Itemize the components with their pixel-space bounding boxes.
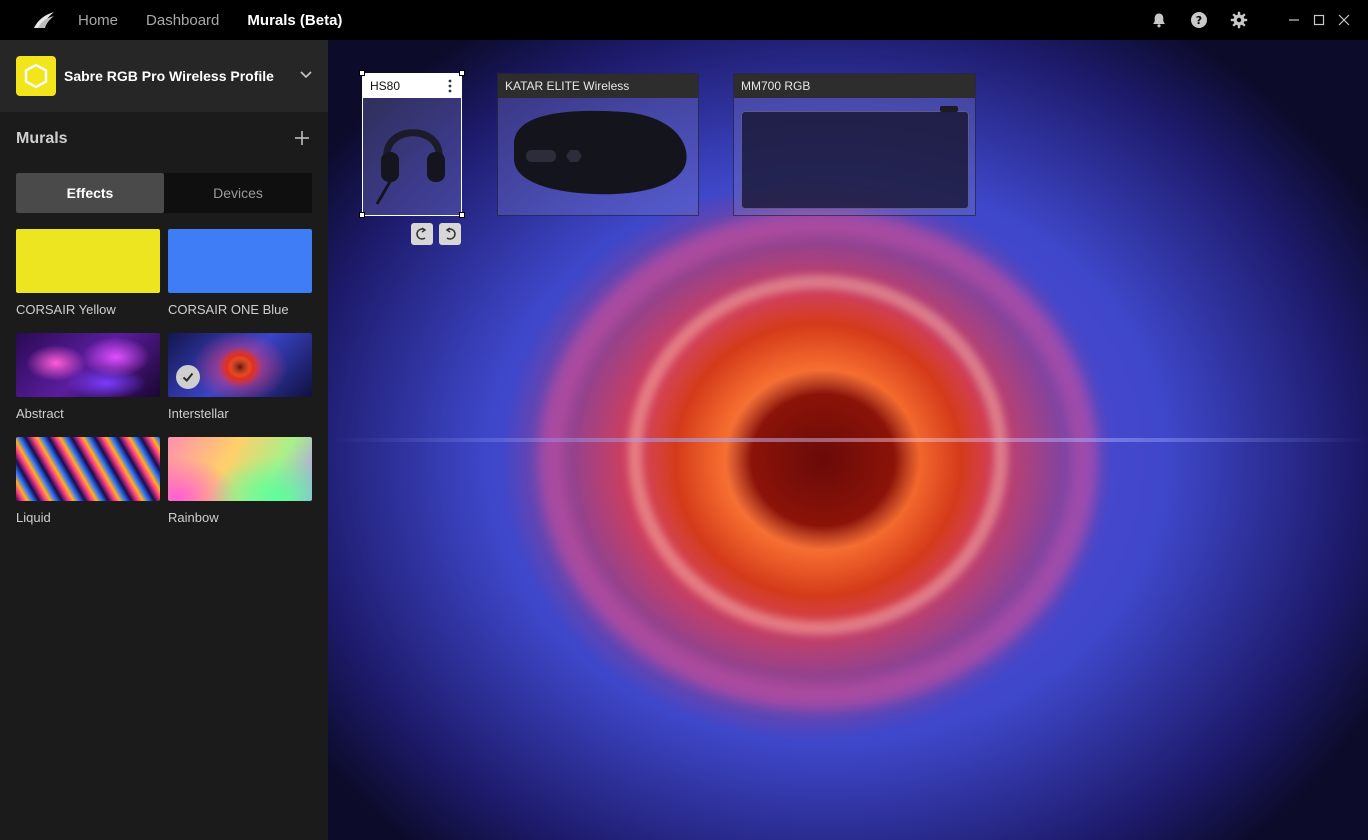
maximize-icon[interactable] bbox=[1306, 0, 1331, 40]
close-icon[interactable] bbox=[1331, 0, 1356, 40]
profile-name: Sabre RGB Pro Wireless Profile bbox=[64, 68, 274, 84]
effect-card-rainbow[interactable]: Rainbow bbox=[168, 437, 312, 541]
murals-header: Murals bbox=[16, 128, 312, 150]
effect-card-abstract[interactable]: Abstract bbox=[16, 333, 160, 437]
nav-home[interactable]: Home bbox=[78, 12, 118, 29]
help-icon[interactable]: ? bbox=[1179, 0, 1219, 40]
canvas-decor bbox=[328, 438, 1368, 442]
canvas-decor bbox=[628, 275, 1008, 635]
effect-thumbnail bbox=[16, 229, 160, 293]
more-options-icon[interactable] bbox=[447, 78, 453, 94]
svg-text:?: ? bbox=[1196, 14, 1202, 27]
mousepad-image bbox=[741, 111, 969, 209]
effect-thumbnail bbox=[168, 229, 312, 293]
device-mm700-rgb[interactable]: MM700 RGB bbox=[733, 73, 976, 216]
resize-handle[interactable] bbox=[359, 212, 365, 218]
profile-selector[interactable]: Sabre RGB Pro Wireless Profile bbox=[0, 40, 328, 112]
effect-thumbnail bbox=[16, 437, 160, 501]
effect-label: Interstellar bbox=[168, 406, 229, 421]
effect-label: CORSAIR ONE Blue bbox=[168, 302, 289, 317]
tab-devices[interactable]: Devices bbox=[164, 173, 312, 213]
rotate-left-button[interactable] bbox=[411, 223, 433, 245]
effect-label: CORSAIR Yellow bbox=[16, 302, 116, 317]
device-name: HS80 bbox=[370, 79, 401, 93]
bell-icon[interactable] bbox=[1139, 0, 1179, 40]
device-hs80[interactable]: HS80 bbox=[362, 73, 462, 216]
rotate-right-button[interactable] bbox=[439, 223, 461, 245]
mural-canvas[interactable]: HS80 KATAR ELITE Wireless MM700 RGB bbox=[328, 40, 1368, 840]
murals-title: Murals bbox=[16, 130, 68, 147]
effect-label: Rainbow bbox=[168, 510, 219, 525]
device-katar-elite-wireless[interactable]: KATAR ELITE Wireless bbox=[497, 73, 699, 216]
effect-card-liquid[interactable]: Liquid bbox=[16, 437, 160, 541]
headset-image bbox=[373, 104, 453, 209]
effects-grid: CORSAIR Yellow CORSAIR ONE Blue Abstract… bbox=[16, 229, 312, 541]
nav-dashboard[interactable]: Dashboard bbox=[146, 12, 219, 29]
mousepad-hub bbox=[940, 106, 958, 112]
minimize-icon[interactable] bbox=[1281, 0, 1306, 40]
effect-card-corsair-yellow[interactable]: CORSAIR Yellow bbox=[16, 229, 160, 333]
add-mural-button[interactable] bbox=[292, 128, 312, 148]
effect-thumbnail bbox=[16, 333, 160, 397]
device-title: MM700 RGB bbox=[734, 74, 975, 98]
effect-card-corsair-one-blue[interactable]: CORSAIR ONE Blue bbox=[168, 229, 312, 333]
gear-icon[interactable] bbox=[1219, 0, 1259, 40]
device-title: KATAR ELITE Wireless bbox=[498, 74, 698, 98]
effect-thumbnail bbox=[168, 333, 312, 397]
tab-effects[interactable]: Effects bbox=[16, 173, 164, 213]
resize-handle[interactable] bbox=[459, 70, 465, 76]
effect-thumbnail bbox=[168, 437, 312, 501]
device-name: MM700 RGB bbox=[741, 79, 811, 93]
title-bar: Home Dashboard Murals (Beta) ? bbox=[0, 0, 1368, 40]
chevron-down-icon[interactable] bbox=[300, 66, 312, 84]
resize-handle[interactable] bbox=[359, 70, 365, 76]
resize-handle[interactable] bbox=[459, 212, 465, 218]
murals-tabs: Effects Devices bbox=[16, 173, 312, 213]
corsair-logo-icon bbox=[32, 8, 60, 32]
device-name: KATAR ELITE Wireless bbox=[505, 79, 630, 93]
effect-label: Abstract bbox=[16, 406, 64, 421]
effect-card-interstellar[interactable]: Interstellar bbox=[168, 333, 312, 437]
effect-label: Liquid bbox=[16, 510, 51, 525]
selected-check-icon bbox=[176, 365, 200, 389]
profile-hexagon-icon bbox=[16, 56, 56, 96]
sidebar: Sabre RGB Pro Wireless Profile Murals Ef… bbox=[0, 40, 328, 840]
mouse-image bbox=[504, 104, 694, 212]
nav-murals[interactable]: Murals (Beta) bbox=[247, 12, 342, 29]
